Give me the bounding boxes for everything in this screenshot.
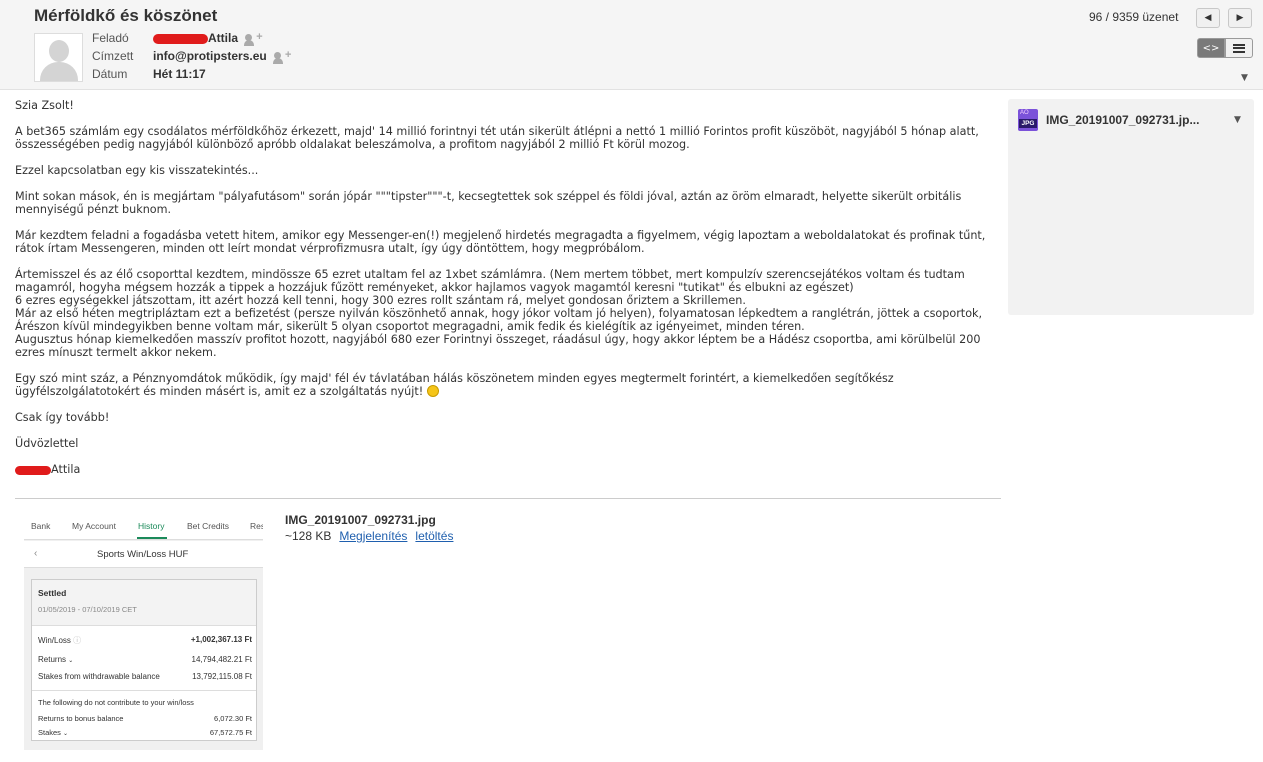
message-counter: 96 / 9359 üzenet: [1089, 10, 1179, 24]
date-value: Hét 11:17: [153, 67, 206, 81]
attachment-thumbnail[interactable]: Bank My Account History Bet Credits Res …: [24, 512, 263, 750]
note-row: The following do not contribute to your …: [38, 698, 194, 707]
winloss-row: Win/Loss ⓘ +1,002,367.13 Ft: [38, 635, 252, 645]
settled-label: Settled: [38, 588, 67, 598]
attachments-panel: AO JPG IMG_20191007_092731.jp... ▼: [1008, 99, 1254, 315]
paragraph: Üdvözlettel: [15, 437, 79, 450]
paragraph: Mint sokan mások, én is megjártam "pálya…: [15, 190, 962, 216]
date-row: Dátum Hét 11:17: [92, 66, 206, 82]
thumb-tab: Bet Credits: [187, 521, 230, 531]
from-label: Feladó: [92, 31, 129, 45]
paragraph-closing: Egy szó mint száz, a Pénznyomdátok működ…: [15, 372, 1005, 398]
paragraph: Csak így tovább!: [15, 411, 110, 424]
attachment-info: IMG_20191007_092731.jpg ~128 KB Megjelení…: [285, 513, 453, 543]
returns-row: Returns ⌄ 14,794,482.21 Ft: [38, 655, 252, 664]
stakes-row: Stakes ⌄ 67,572.75 Ft: [38, 728, 252, 737]
back-arrow-icon: ‹: [34, 548, 38, 559]
arrow-right-icon: ▶: [1236, 13, 1244, 23]
thumb-tab: My Account: [72, 521, 116, 531]
to-row: Címzett info@protipsters.eu +: [92, 48, 291, 64]
paragraph: Már az első héten megtripláztam ezt a be…: [15, 307, 983, 333]
view-link[interactable]: Megjelenítés: [339, 529, 407, 543]
paragraph-text: Egy szó mint száz, a Pénznyomdátok működ…: [15, 372, 894, 398]
download-link[interactable]: letöltés: [415, 529, 453, 543]
message-body: Szia Zsolt! A bet365 számlám egy csodála…: [15, 99, 1005, 489]
attachment-menu-icon[interactable]: ▼: [1234, 115, 1241, 125]
thumb-card: Settled 01/05/2019 - 07/10/2019 CET Win/…: [31, 579, 257, 741]
email-subject: Mérföldkő és köszönet: [34, 6, 218, 25]
attachment-name[interactable]: IMG_20191007_092731.jp...: [1046, 113, 1199, 127]
thumb-tab-active: History: [138, 521, 165, 531]
paragraph: Ezzel kapcsolatban egy kis visszatekinté…: [15, 164, 259, 177]
date-label: Dátum: [92, 67, 128, 81]
prev-message-button[interactable]: ◀: [1196, 8, 1220, 28]
from-row: Feladó Attila +: [92, 30, 262, 46]
jpg-file-icon: AO JPG: [1018, 109, 1038, 131]
next-message-button[interactable]: ▶: [1228, 8, 1252, 28]
greeting: Szia Zsolt!: [15, 99, 74, 112]
expand-header-icon[interactable]: ▼: [1241, 73, 1248, 83]
returns-bonus-row: Returns to bonus balance 6,072.30 Ft: [38, 714, 252, 723]
arrow-left-icon: ◀: [1204, 13, 1212, 23]
paragraph: A bet365 számlám egy csodálatos mérföldk…: [15, 125, 979, 151]
redacted-signature: [15, 465, 51, 475]
paragraph: 6 ezres egységekkel játszottam, itt azér…: [15, 294, 746, 307]
thumb-tab: Res: [250, 521, 263, 531]
to-label: Címzett: [92, 49, 134, 63]
add-contact-icon[interactable]: +: [244, 31, 262, 46]
paragraph: Ártemisszel és az élő csoporttal kezdtem…: [15, 268, 965, 294]
code-icon: <>: [1202, 42, 1220, 54]
date-range: 01/05/2019 - 07/10/2019 CET: [38, 605, 137, 614]
html-view-button[interactable]: <>: [1197, 38, 1225, 58]
signature-name: Attila: [51, 463, 81, 476]
from-name[interactable]: Attila: [208, 31, 238, 45]
thumb-title: Sports Win/Loss HUF: [97, 549, 189, 560]
redacted-sender: [153, 33, 208, 44]
paragraph: Augusztus hónap kiemelkedően masszív pro…: [15, 333, 981, 359]
attachment-size: ~128 KB: [285, 529, 332, 543]
thumb-nav: Bank My Account History Bet Credits Res: [24, 512, 263, 540]
sender-avatar: [34, 33, 83, 82]
signature: Attila: [15, 463, 1005, 476]
paragraph: Már kezdtem feladni a fogadásba vetett h…: [15, 229, 986, 255]
thumb-tab: Bank: [31, 521, 51, 531]
smiley-icon: [426, 385, 439, 397]
stakes-withdrawable-row: Stakes from withdrawable balance 13,792,…: [38, 672, 252, 681]
lines-icon: [1233, 43, 1245, 53]
to-address[interactable]: info@protipsters.eu: [153, 49, 267, 63]
divider: [15, 498, 1001, 499]
message-header: Mérföldkő és köszönet Feladó Attila + Címz…: [0, 0, 1263, 90]
add-contact-icon[interactable]: +: [272, 49, 291, 64]
plain-view-button[interactable]: [1225, 38, 1253, 58]
attachment-filename: IMG_20191007_092731.jpg: [285, 513, 436, 527]
thumb-subheader: ‹ Sports Win/Loss HUF: [24, 541, 263, 568]
